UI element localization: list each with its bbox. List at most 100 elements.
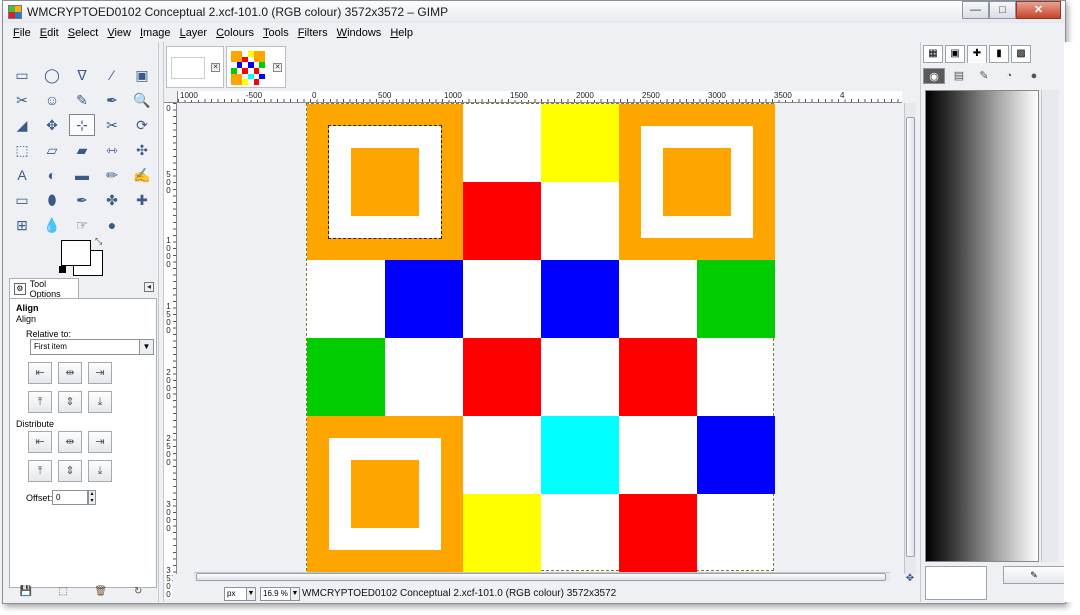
menu-tools[interactable]: Tools [263,27,289,39]
dock-subtab-1[interactable]: ▤ [948,68,970,84]
delete-options-icon[interactable]: 🗑 [94,586,108,598]
dock-tab-4[interactable]: ▩ [1011,45,1031,63]
perspective-clone-tool-icon[interactable]: ⊞ [9,214,35,236]
menu-help[interactable]: Help [390,27,413,39]
unit-select[interactable]: px ▼ [224,586,256,601]
offset-stepper[interactable]: ▴ ▾ [88,490,96,505]
image-tab-active[interactable]: ✕ [226,46,286,88]
measure-tool-icon[interactable]: ◢ [9,114,35,136]
dock-subtab-0[interactable]: ◉ [923,68,945,84]
offset-input[interactable]: 0 [52,490,88,505]
rect-select-tool-icon[interactable]: ▭ [9,64,35,86]
distribute-middle-button[interactable]: ⇕ [58,460,82,482]
default-colors-icon[interactable] [59,266,66,273]
text-tool-icon[interactable]: A [9,164,35,186]
foreground-color-swatch[interactable] [61,240,91,266]
selection-marquee[interactable] [328,125,442,239]
minimize-button[interactable]: — [962,1,989,19]
vertical-ruler[interactable]: 0 500 1000 1500 2000 2500 3000 3500 [164,103,177,599]
menu-windows[interactable]: Windows [337,27,382,39]
dock-tab-0[interactable]: ▦ [923,45,943,63]
close-button[interactable]: ✕ [1016,1,1061,19]
paintbrush-tool-icon[interactable]: ✍ [129,164,155,186]
maximize-button[interactable]: □ [989,1,1016,19]
image-tab-blank[interactable]: ✕ [166,46,224,88]
ruler-corner[interactable] [164,91,178,103]
scissors-tool-icon[interactable]: ✂ [9,89,35,111]
dock-subtab-3[interactable]: ◔ [998,68,1020,84]
perspective-tool-icon[interactable]: ▰ [69,139,95,161]
scale-tool-icon[interactable]: ⬚ [9,139,35,161]
align-center-button[interactable]: ⇹ [58,362,82,384]
airbrush-tool-icon[interactable]: ⬮ [39,189,65,211]
select-by-color-tool-icon[interactable]: ▣ [129,64,155,86]
vertical-scrollbar[interactable] [904,103,916,574]
horizontal-ruler[interactable]: 1000 -500 0 500 1000 1500 2000 2500 3000 3500 4 [178,91,902,103]
menu-colours[interactable]: Colours [216,27,254,39]
gradient-preview[interactable] [925,90,1039,562]
clone-tool-icon[interactable]: ✤ [99,189,125,211]
close-tab-icon[interactable]: ✕ [211,63,220,72]
menu-file[interactable]: File [13,27,31,39]
relative-to-select[interactable]: First item ▼ [30,339,154,355]
dodge-burn-tool-icon[interactable]: ● [99,214,125,236]
color-picker-tool-icon[interactable]: ✒ [99,89,125,111]
image-canvas[interactable] [306,103,775,572]
free-select-tool-icon[interactable]: ᐁ [69,64,95,86]
menu-image[interactable]: Image [140,27,171,39]
zoom-select[interactable]: 16.9 % ▼ [260,586,300,601]
align-middle-button[interactable]: ⇕ [58,391,82,413]
distribute-left-button[interactable]: ⇤ [28,431,52,453]
distribute-bottom-button[interactable]: ⤓ [88,460,112,482]
quick-mask-icon[interactable]: ⁚⁚ [165,574,177,584]
save-options-icon[interactable]: 💾 [19,586,33,598]
eraser-tool-icon[interactable]: ▭ [9,189,35,211]
distribute-top-button[interactable]: ⤒ [28,460,52,482]
blend-tool-icon[interactable]: ▬ [69,164,95,186]
edit-brush-button[interactable]: ✎ [1003,566,1065,584]
blur-tool-icon[interactable]: 💧 [39,214,65,236]
navigate-icon[interactable]: ✥ [904,574,916,584]
ellipse-select-tool-icon[interactable]: ◯ [39,64,65,86]
paths-tool-icon[interactable]: ✎ [69,89,95,111]
reset-options-icon[interactable]: ↻ [131,586,145,598]
menu-view[interactable]: View [107,27,131,39]
menu-layer[interactable]: Layer [180,27,208,39]
swap-colors-icon[interactable]: ⤡ [95,236,102,247]
rotate-tool-icon[interactable]: ⟳ [129,114,155,136]
restore-options-icon[interactable]: ⬚ [56,586,70,598]
fuzzy-select-tool-icon[interactable]: ⁄ [99,64,125,86]
align-top-button[interactable]: ⤒ [28,391,52,413]
dock-tab-1[interactable]: ▣ [945,45,965,63]
align-bottom-button[interactable]: ⤓ [88,391,112,413]
panel-menu-icon[interactable]: ◂ [144,282,154,292]
close-tab-icon[interactable]: ✕ [273,63,282,72]
zoom-tool-icon[interactable]: 🔍 [129,89,155,111]
brush-preview[interactable] [925,566,987,600]
crop-tool-icon[interactable]: ✂ [99,114,125,136]
align-left-button[interactable]: ⇤ [28,362,52,384]
scrollbar-thumb[interactable] [196,573,886,581]
pencil-tool-icon[interactable]: ✏ [99,164,125,186]
title-bar[interactable]: WMCRYPTOED0102 Conceptual 2.xcf-101.0 (R… [3,1,1065,23]
distribute-center-button[interactable]: ⇹ [58,431,82,453]
horizontal-scrollbar[interactable] [194,572,890,582]
menu-filters[interactable]: Filters [298,27,328,39]
cage-transform-tool-icon[interactable]: ✣ [129,139,155,161]
move-tool-icon[interactable]: ✥ [39,114,65,136]
shear-tool-icon[interactable]: ▱ [39,139,65,161]
menu-edit[interactable]: Edit [40,27,59,39]
smudge-tool-icon[interactable]: ☞ [69,214,95,236]
canvas-viewport[interactable] [178,103,902,574]
align-right-button[interactable]: ⇥ [88,362,112,384]
dock-subtab-2[interactable]: ✎ [973,68,995,84]
distribute-right-button[interactable]: ⇥ [88,431,112,453]
heal-tool-icon[interactable]: ✚ [129,189,155,211]
tab-tool-options[interactable]: ⚙ Tool Options [9,278,79,299]
align-tool-icon[interactable]: ⊹ [69,114,95,136]
dock-scrollbar[interactable] [1041,90,1059,562]
menu-select[interactable]: Select [68,27,99,39]
dock-tab-3[interactable]: ▮ [989,45,1009,63]
dock-tab-2[interactable]: ✚ [967,45,987,63]
bucket-fill-tool-icon[interactable]: ◐ [39,164,65,186]
